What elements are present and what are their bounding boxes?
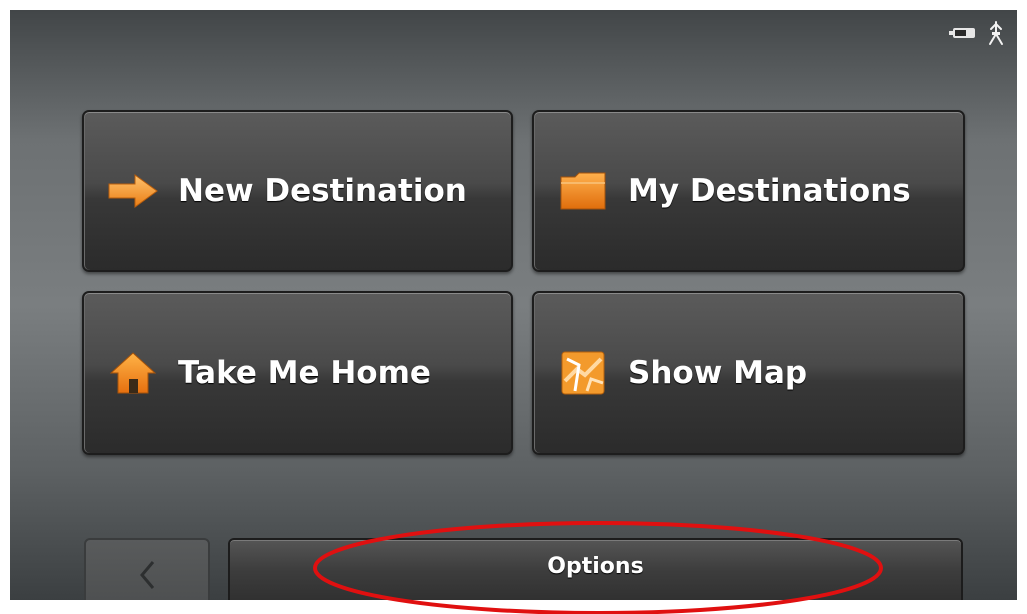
back-button[interactable]: [84, 538, 210, 600]
home-icon: [106, 348, 160, 398]
navigation-main-menu: New Destination My Destinations Take Me …: [10, 10, 1017, 600]
battery-icon: [949, 28, 975, 38]
folder-icon: [556, 166, 610, 216]
take-me-home-button[interactable]: Take Me Home: [82, 291, 513, 455]
show-map-button[interactable]: Show Map: [532, 291, 965, 455]
my-destinations-label: My Destinations: [628, 173, 911, 209]
status-bar: [949, 20, 1005, 46]
chevron-left-icon: [140, 561, 155, 589]
arrow-right-icon: [106, 166, 160, 216]
show-map-label: Show Map: [628, 355, 808, 391]
gps-satellite-icon: [989, 21, 1003, 45]
take-me-home-label: Take Me Home: [178, 355, 431, 391]
map-icon: [556, 348, 610, 398]
new-destination-button[interactable]: New Destination: [82, 110, 513, 272]
my-destinations-button[interactable]: My Destinations: [532, 110, 965, 272]
options-button[interactable]: Options: [228, 538, 963, 600]
new-destination-label: New Destination: [178, 173, 467, 209]
options-label: Options: [547, 554, 644, 579]
